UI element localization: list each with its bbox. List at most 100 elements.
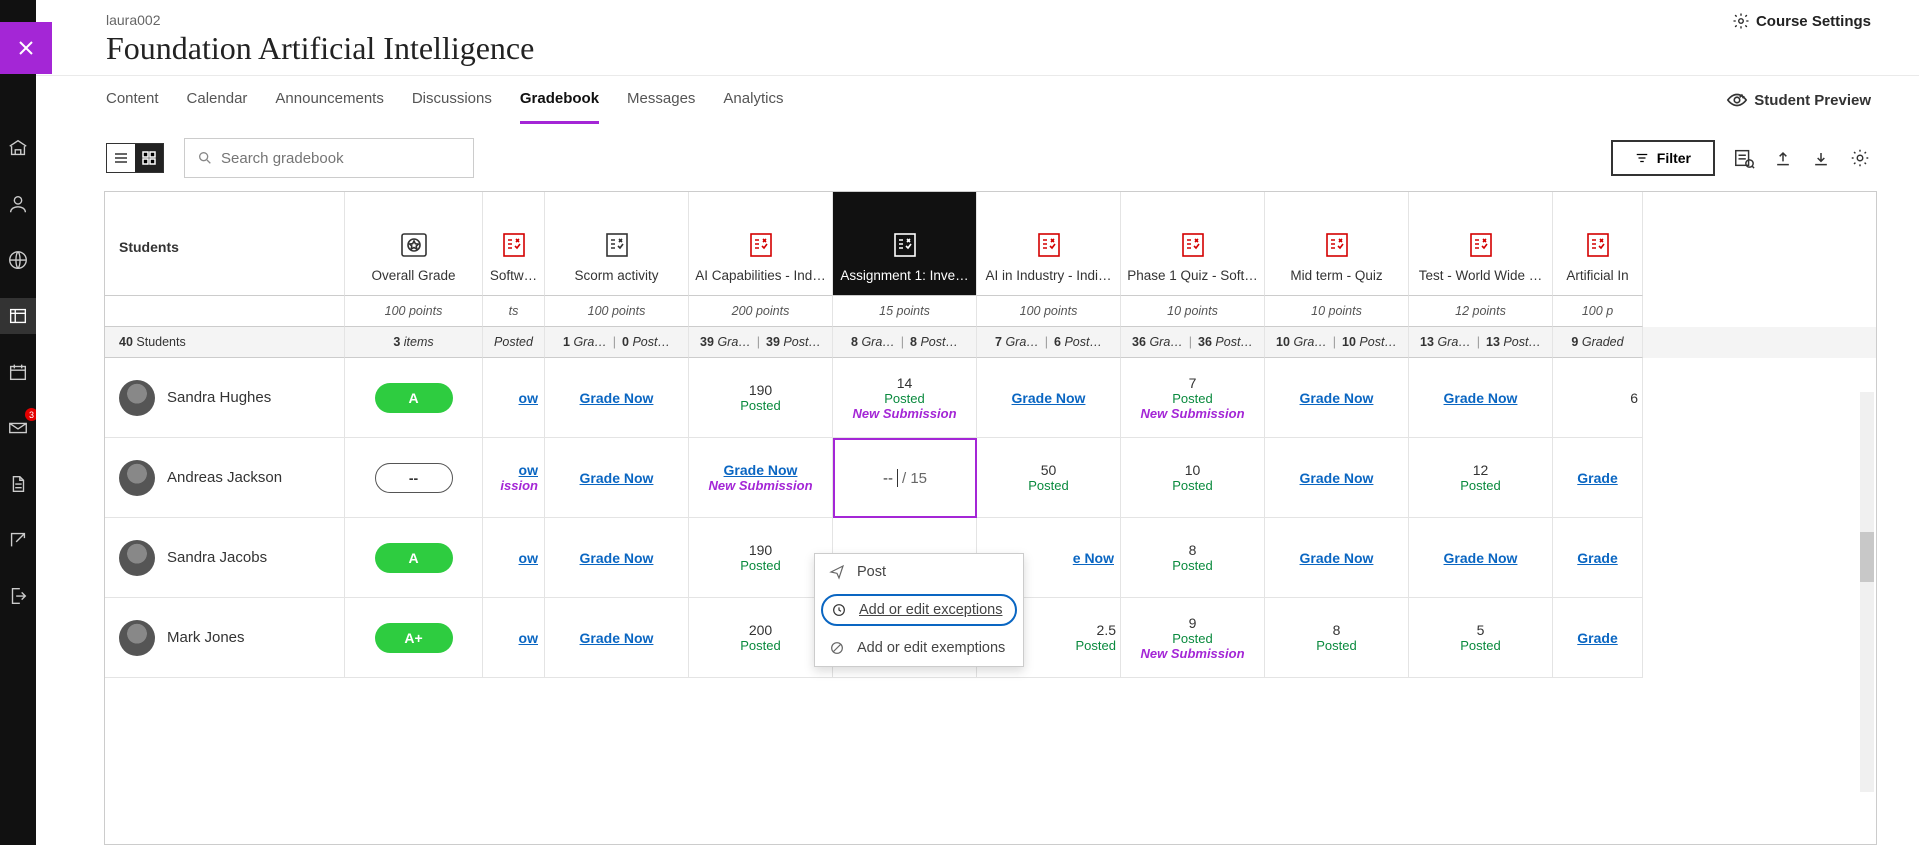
grade-cell[interactable]: Grade	[1553, 598, 1643, 678]
col-header[interactable]: AI Capabilities - Ind…	[689, 192, 833, 296]
search-input[interactable]	[221, 150, 461, 167]
grade-now-link[interactable]: Grade Now	[1444, 390, 1518, 406]
grade-cell[interactable]: Grade Now	[1265, 358, 1409, 438]
grade-cell[interactable]: Grade NowNew Submission	[689, 438, 833, 518]
tab-discussions[interactable]: Discussions	[412, 76, 492, 124]
grade-now-link[interactable]: Grade Now	[724, 462, 798, 478]
grade-cell[interactable]: Grade Now	[545, 358, 689, 438]
col-header[interactable]: Overall Grade	[345, 192, 483, 296]
overall-grade-cell[interactable]: A	[345, 358, 483, 438]
tab-gradebook[interactable]: Gradebook	[520, 76, 599, 124]
grade-cell[interactable]: Grade Now	[545, 518, 689, 598]
document-icon[interactable]	[0, 466, 36, 502]
grade-cell[interactable]: Grade Now	[545, 598, 689, 678]
col-students[interactable]: Students	[105, 192, 345, 296]
grade-cell[interactable]: 14PostedNew Submission	[833, 358, 977, 438]
grade-cell[interactable]: Grade Now	[977, 358, 1121, 438]
vertical-scrollbar[interactable]	[1860, 392, 1874, 792]
student-cell[interactable]: Sandra Jacobs	[105, 518, 345, 598]
grade-cell[interactable]: Grade Now	[1409, 518, 1553, 598]
grade-cell[interactable]: 10Posted	[1121, 438, 1265, 518]
search-history-icon[interactable]	[1733, 147, 1755, 169]
grade-input[interactable]: -- / 15	[883, 469, 927, 487]
grade-now-link[interactable]: Grade Now	[580, 470, 654, 486]
student-cell[interactable]: Andreas Jackson	[105, 438, 345, 518]
grade-cell[interactable]: owission	[483, 438, 545, 518]
grid-view-button[interactable]	[135, 144, 163, 172]
overall-grade-cell[interactable]: --	[345, 438, 483, 518]
messages-icon[interactable]	[0, 410, 36, 446]
grade-cell[interactable]: ow	[483, 518, 545, 598]
gradebook-nav-icon[interactable]	[0, 298, 36, 334]
tab-announcements[interactable]: Announcements	[275, 76, 383, 124]
grade-cell[interactable]: 50Posted	[977, 438, 1121, 518]
calendar-icon[interactable]	[0, 354, 36, 390]
grade-now-link[interactable]: Grade Now	[1300, 470, 1374, 486]
search-field[interactable]	[184, 138, 474, 178]
grade-cell[interactable]: 9PostedNew Submission	[1121, 598, 1265, 678]
grade-now-link[interactable]: Grade Now	[580, 390, 654, 406]
download-icon[interactable]	[1811, 148, 1831, 168]
col-header[interactable]: Phase 1 Quiz - Soft…	[1121, 192, 1265, 296]
compose-icon[interactable]	[0, 522, 36, 558]
col-header[interactable]: Scorm activity	[545, 192, 689, 296]
grade-cell[interactable]: 7PostedNew Submission	[1121, 358, 1265, 438]
course-settings-button[interactable]: Course Settings	[1732, 12, 1871, 30]
settings-gear-icon[interactable]	[1849, 147, 1871, 169]
grade-cell[interactable]: 190Posted	[689, 518, 833, 598]
upload-icon[interactable]	[1773, 148, 1793, 168]
student-preview-button[interactable]: Student Preview	[1726, 91, 1871, 109]
globe-icon[interactable]	[0, 242, 36, 278]
grade-now-link[interactable]: Grade Now	[1300, 550, 1374, 566]
grade-now-link[interactable]: Grade Now	[580, 630, 654, 646]
student-name: Mark Jones	[167, 629, 245, 646]
grade-cell[interactable]: -- / 15	[833, 438, 977, 518]
institution-icon[interactable]	[0, 130, 36, 166]
overall-grade-cell[interactable]: A	[345, 518, 483, 598]
tab-analytics[interactable]: Analytics	[723, 76, 783, 124]
grade-cell[interactable]: 5Posted	[1409, 598, 1553, 678]
student-name: Sandra Hughes	[167, 389, 271, 406]
col-header[interactable]: Test - World Wide …	[1409, 192, 1553, 296]
grade-cell[interactable]: 6	[1553, 358, 1643, 438]
profile-icon[interactable]	[0, 186, 36, 222]
col-header[interactable]: Mid term - Quiz	[1265, 192, 1409, 296]
ctx-post[interactable]: Post	[815, 554, 1023, 590]
grade-cell[interactable]: Grade	[1553, 518, 1643, 598]
grade-now-link[interactable]: Grade Now	[580, 550, 654, 566]
grade-now-link[interactable]: Grade	[1577, 550, 1617, 566]
col-header[interactable]: Assignment 1: Inve…	[833, 192, 977, 296]
col-header[interactable]: Artificial In	[1553, 192, 1643, 296]
grade-cell[interactable]: Grade Now	[1265, 438, 1409, 518]
grade-now-link[interactable]: Grade Now	[1444, 550, 1518, 566]
list-view-button[interactable]	[107, 144, 135, 172]
grade-now-link[interactable]: Grade Now	[1300, 390, 1374, 406]
grade-now-link[interactable]: Grade Now	[1012, 390, 1086, 406]
ctx-add-exemptions[interactable]: Add or edit exemptions	[815, 630, 1023, 666]
grade-cell[interactable]: 8Posted	[1121, 518, 1265, 598]
signout-icon[interactable]	[0, 578, 36, 614]
grade-now-link[interactable]: Grade	[1577, 630, 1617, 646]
grade-cell[interactable]: ow	[483, 358, 545, 438]
ctx-add-exceptions[interactable]: Add or edit exceptions	[821, 594, 1017, 626]
tab-messages[interactable]: Messages	[627, 76, 695, 124]
student-cell[interactable]: Sandra Hughes	[105, 358, 345, 438]
col-header[interactable]: Softw…	[483, 192, 545, 296]
col-header[interactable]: AI in Industry - Indi…	[977, 192, 1121, 296]
grade-cell[interactable]: Grade Now	[1409, 358, 1553, 438]
filter-button[interactable]: Filter	[1611, 140, 1715, 176]
tab-content[interactable]: Content	[106, 76, 159, 124]
grade-cell[interactable]: Grade Now	[1265, 518, 1409, 598]
student-cell[interactable]: Mark Jones	[105, 598, 345, 678]
close-panel-button[interactable]	[0, 22, 52, 74]
tab-calendar[interactable]: Calendar	[187, 76, 248, 124]
grade-cell[interactable]: 8Posted	[1265, 598, 1409, 678]
grade-cell[interactable]: Grade	[1553, 438, 1643, 518]
grade-cell[interactable]: ow	[483, 598, 545, 678]
grade-now-link[interactable]: Grade	[1577, 470, 1617, 486]
grade-cell[interactable]: 12Posted	[1409, 438, 1553, 518]
grade-cell[interactable]: 200Posted	[689, 598, 833, 678]
grade-cell[interactable]: Grade Now	[545, 438, 689, 518]
overall-grade-cell[interactable]: A+	[345, 598, 483, 678]
grade-cell[interactable]: 190Posted	[689, 358, 833, 438]
